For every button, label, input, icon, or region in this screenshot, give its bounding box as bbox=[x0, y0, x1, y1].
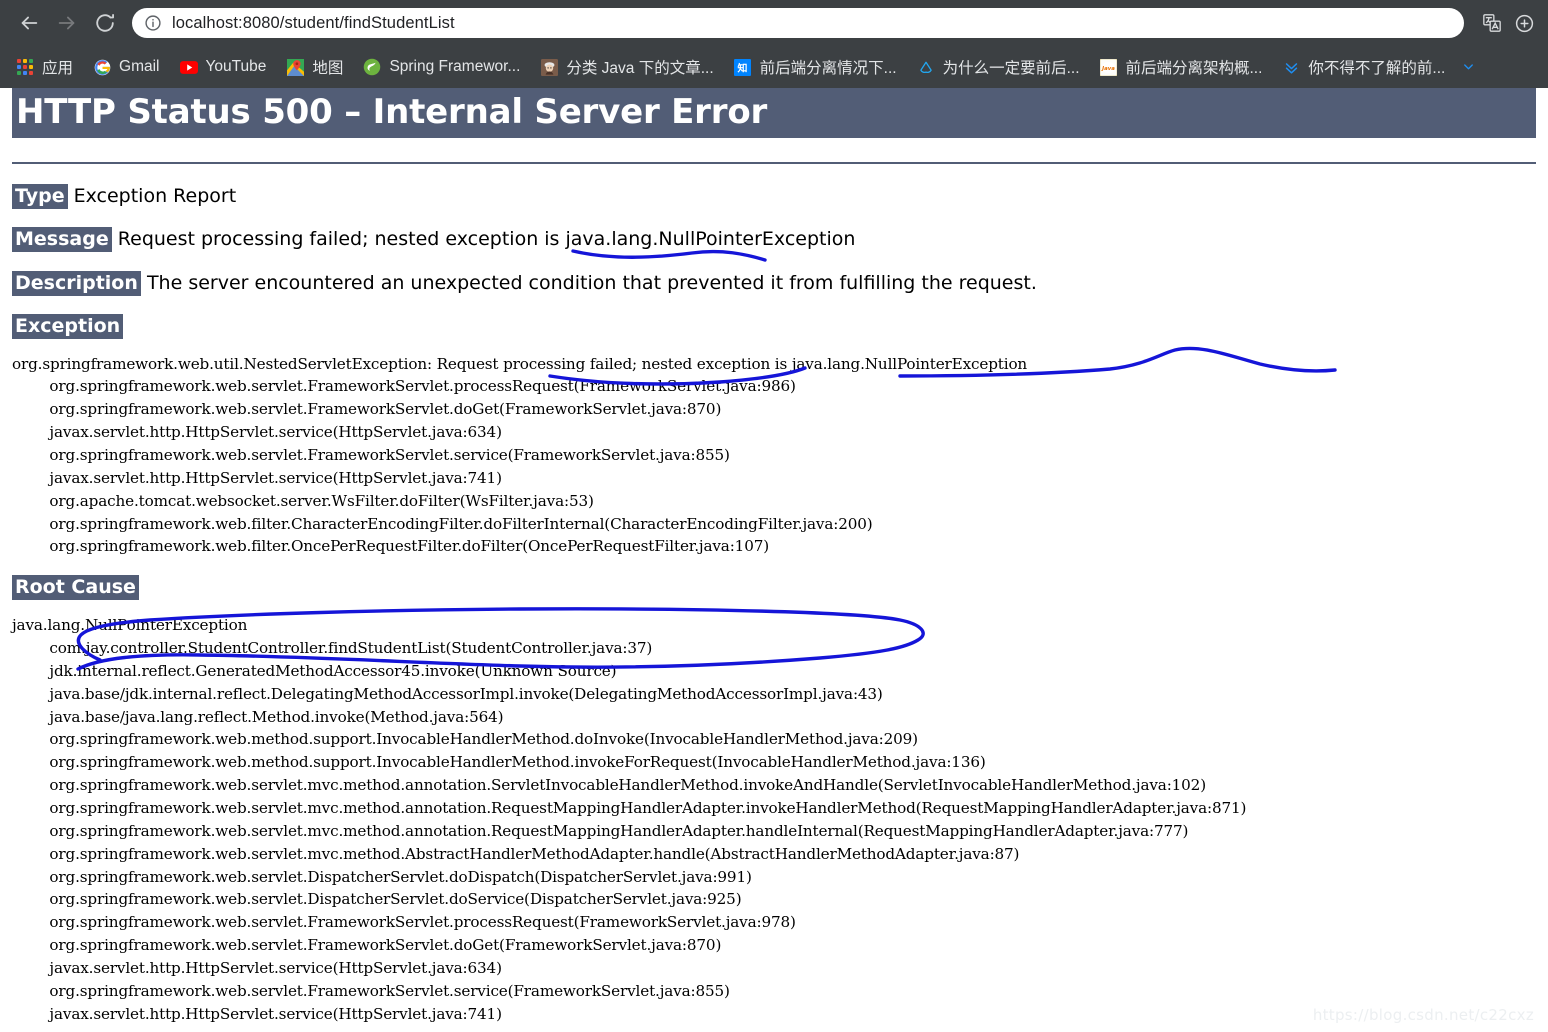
description-tag: Description bbox=[12, 271, 141, 296]
browser-chrome: localhost:8080/student/findStudentList 应… bbox=[0, 0, 1548, 88]
bookmark-label: 为什么一定要前后... bbox=[942, 60, 1080, 77]
bookmark-apps[interactable]: 应用 bbox=[8, 52, 81, 82]
bookmark-label: 你不得不了解的前... bbox=[1308, 60, 1446, 77]
bookmark-label: 前后端分离架构概... bbox=[1125, 60, 1263, 77]
root-cause-tag: Root Cause bbox=[12, 575, 139, 601]
info-circle-icon[interactable] bbox=[144, 14, 162, 32]
spring-leaf-icon bbox=[363, 58, 381, 76]
url-text: localhost:8080/student/findStudentList bbox=[172, 13, 455, 32]
root-cause-stack-trace: java.lang.NullPointerException com.jay.c… bbox=[12, 616, 1247, 1023]
forward-button[interactable] bbox=[48, 4, 86, 42]
exception-heading: Exception bbox=[12, 313, 1536, 339]
youtube-icon bbox=[179, 58, 198, 76]
bookmark-label: Gmail bbox=[119, 58, 160, 75]
bookmark-gmail[interactable]: Gmail bbox=[85, 52, 167, 82]
forward-arrow-icon bbox=[58, 16, 75, 30]
chevron-down-icon bbox=[1282, 58, 1300, 76]
chevron-down-icon bbox=[1459, 58, 1477, 76]
bookmark-label: 分类 Java 下的文章... bbox=[566, 60, 714, 77]
bookmark-zhihu[interactable]: 知 前后端分离情况下... bbox=[726, 52, 905, 82]
svg-text:Java: Java bbox=[1101, 65, 1115, 71]
bookmark-youtube[interactable]: YouTube bbox=[172, 52, 275, 82]
address-bar[interactable]: localhost:8080/student/findStudentList bbox=[132, 8, 1464, 38]
description-value: The server encountered an unexpected con… bbox=[146, 272, 1037, 294]
google-maps-icon bbox=[286, 58, 304, 76]
type-tag: Type bbox=[12, 183, 68, 209]
bookmark-label: 应用 bbox=[42, 60, 74, 77]
java-icon: Java bbox=[1100, 58, 1118, 76]
error-content: HTTP Status 500 – Internal Server Error … bbox=[0, 88, 1548, 1025]
description-line: Description The server encountered an un… bbox=[12, 271, 1536, 297]
message-tag: Message bbox=[12, 227, 112, 253]
back-button[interactable] bbox=[10, 4, 48, 42]
type-value: Exception Report bbox=[73, 184, 237, 207]
exception-stack-trace: org.springframework.web.util.NestedServl… bbox=[12, 354, 1028, 556]
avatar-icon bbox=[540, 58, 558, 76]
bookmark-java[interactable]: Java 前后端分离架构概... bbox=[1092, 52, 1271, 82]
root-cause-heading: Root Cause bbox=[12, 575, 1536, 601]
exception-tag: Exception bbox=[12, 313, 124, 339]
page-title: HTTP Status 500 – Internal Server Error bbox=[12, 88, 1536, 138]
bookmark-label: 前后端分离情况下... bbox=[759, 60, 897, 77]
zhihu-icon: 知 bbox=[734, 58, 752, 76]
bookmark-label: Spring Framewor... bbox=[389, 58, 521, 75]
bookmark-overflow[interactable] bbox=[1457, 52, 1487, 82]
back-arrow-icon bbox=[21, 16, 38, 30]
bookmark-java-articles[interactable]: 分类 Java 下的文章... bbox=[532, 52, 721, 82]
cloud-icon bbox=[917, 58, 935, 76]
reload-button[interactable] bbox=[86, 4, 124, 42]
gmail-icon bbox=[93, 58, 111, 76]
bookmarks-bar: 应用 Gmail YouTube 地图 Spring Framewor... 分… bbox=[0, 46, 1548, 88]
tomcat-error-page: HTTP Status 500 – Internal Server Error … bbox=[0, 88, 1548, 1032]
divider bbox=[12, 161, 1536, 164]
browser-toolbar: localhost:8080/student/findStudentList bbox=[0, 0, 1548, 46]
bookmark-spring[interactable]: Spring Framewor... bbox=[355, 52, 528, 82]
bookmark-label: YouTube bbox=[205, 58, 267, 75]
bookmark-frontend[interactable]: 你不得不了解的前... bbox=[1274, 52, 1453, 82]
reload-icon bbox=[96, 14, 114, 32]
bookmark-cloud[interactable]: 为什么一定要前后... bbox=[909, 52, 1088, 82]
apps-grid-icon bbox=[16, 58, 34, 76]
message-line: Message Request processing failed; neste… bbox=[12, 227, 1536, 253]
message-value: Request processing failed; nested except… bbox=[117, 228, 856, 251]
type-line: Type Exception Report bbox=[12, 183, 1536, 210]
profile-add-icon[interactable] bbox=[1510, 9, 1538, 37]
watermark: https://blog.csdn.net/c22cxz bbox=[1312, 1006, 1534, 1024]
bookmark-label: 地图 bbox=[312, 60, 344, 77]
svg-text:知: 知 bbox=[737, 61, 748, 74]
google-translate-icon[interactable] bbox=[1478, 9, 1506, 37]
bookmark-maps[interactable]: 地图 bbox=[278, 52, 351, 82]
